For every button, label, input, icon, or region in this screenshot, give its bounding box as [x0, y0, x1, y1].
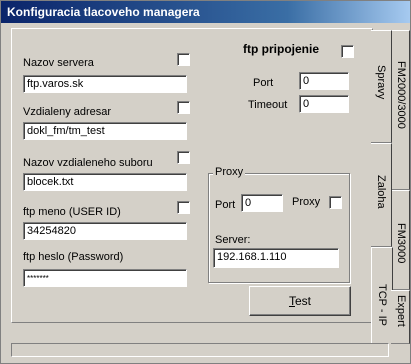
proxy-group-title: Proxy: [213, 166, 246, 178]
remote-file-label: Nazov vzdialeneho suboru: [23, 157, 153, 169]
timeout-label: Timeout: [248, 99, 288, 111]
config-window: Konfiguracia tlacoveho managera Nazov se…: [0, 0, 411, 364]
remote-dir-checkbox[interactable]: [177, 101, 190, 114]
tab-fm2000-label: FM2000/3000: [395, 61, 407, 129]
remote-dir-input[interactable]: dokl_fm/tm_test: [23, 122, 187, 140]
proxy-check-label: Proxy: [292, 196, 321, 208]
port-input[interactable]: 0: [299, 72, 349, 90]
proxy-server-input[interactable]: 192.168.1.110: [213, 248, 339, 268]
proxy-checkbox[interactable]: [329, 196, 342, 209]
server-name-label: Nazov servera: [23, 57, 94, 69]
ftp-connection-label: ftp pripojenie: [243, 42, 319, 56]
port-label: Port: [253, 77, 274, 89]
tab-fm3000-label: FM3000: [395, 223, 407, 264]
tab-expert-label: Expert: [395, 295, 407, 327]
proxy-port-input[interactable]: 0: [241, 194, 283, 212]
user-id-label: ftp meno (USER ID): [23, 206, 121, 218]
test-button-label: est: [294, 294, 311, 308]
remote-dir-label: Vzdialeny adresar: [23, 106, 112, 118]
password-label: ftp heslo (Password): [23, 251, 124, 263]
server-name-checkbox[interactable]: [177, 53, 190, 66]
user-id-input[interactable]: 34254820: [23, 222, 187, 240]
tab-zaloha-label: Zaloha: [375, 175, 387, 209]
password-input[interactable]: *******: [23, 269, 187, 287]
tab-tcpip-label: TCP - IP: [376, 284, 388, 326]
remote-file-input[interactable]: blocek.txt: [23, 173, 187, 191]
window-title: Konfiguracia tlacoveho managera: [1, 1, 410, 23]
proxy-server-label: Server:: [215, 234, 251, 246]
proxy-port-label: Port: [215, 199, 236, 211]
ftp-connection-checkbox[interactable]: [341, 45, 354, 58]
timeout-input[interactable]: 0: [299, 95, 349, 113]
test-button[interactable]: Test: [249, 286, 351, 316]
status-bar: [11, 343, 389, 357]
remote-file-checkbox[interactable]: [177, 151, 190, 164]
tab-spravy-label: Spravy: [375, 65, 387, 100]
user-id-checkbox[interactable]: [177, 201, 190, 214]
server-name-input[interactable]: ftp.varos.sk: [23, 75, 187, 93]
